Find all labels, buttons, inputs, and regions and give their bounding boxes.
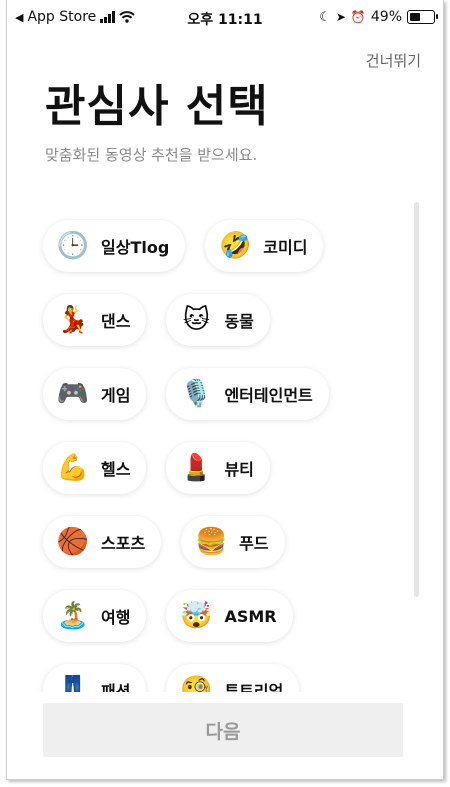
app-window: ◀ App Store 오후 11:11 ☾ ➤ ⏰ 49% 건너뛰기 관심사 …: [6, 0, 444, 780]
interest-chip-asmr[interactable]: 🤯 ASMR: [166, 590, 293, 642]
battery-percent: 49%: [370, 9, 402, 25]
interest-label: 댄스: [101, 312, 131, 331]
alarm-icon: ⏰: [350, 10, 366, 24]
scrollbar[interactable]: [414, 202, 419, 597]
interest-chip-fashion[interactable]: 👖 패션: [43, 664, 147, 692]
microphone-icon: 🎙️: [180, 379, 213, 409]
interest-label: 튜토리얼: [224, 682, 284, 692]
dancer-icon: 💃: [56, 305, 90, 335]
interest-label: 일상Tlog: [101, 238, 170, 257]
interest-label: 헬스: [101, 460, 131, 479]
interest-label: 게임: [101, 386, 131, 405]
interest-label: 코미디: [263, 238, 308, 257]
monocle-face-icon: 🧐: [180, 675, 213, 692]
clock-icon: 🕒: [56, 231, 90, 261]
interest-row: 🎮 게임 🎙️ 엔터테인먼트: [43, 368, 329, 420]
interest-chip-tutorial[interactable]: 🧐 튜토리얼: [166, 664, 300, 692]
hamburger-icon: 🍔: [194, 527, 228, 557]
interest-chip-health[interactable]: 💪 헬스: [43, 442, 147, 494]
interest-label: 푸드: [239, 534, 269, 553]
page-title: 관심사 선택: [45, 81, 269, 132]
interest-chip-food[interactable]: 🍔 푸드: [181, 516, 285, 568]
interest-label: 뷰티: [224, 460, 254, 479]
interest-list[interactable]: 🕒 일상Tlog 🤣 코미디 💃 댄스 🐱 동물 🎮 게임 🎙️ 엔터테인먼트 💪 헬스 💄 뷰…: [7, 210, 443, 692]
battery-icon: [407, 10, 438, 24]
interest-chip-entertainment[interactable]: 🎙️ 엔터테인먼트: [166, 368, 329, 420]
interest-label: ASMR: [224, 606, 277, 626]
laughing-face-icon: 🤣: [219, 231, 252, 261]
page-subtitle: 맞춤화된 동영상 추천을 받으세요.: [45, 146, 258, 164]
interest-label: 동물: [224, 312, 254, 331]
interest-chip-dance[interactable]: 💃 댄스: [43, 294, 147, 346]
interest-row: 💪 헬스 💄 뷰티: [43, 442, 270, 494]
flexed-biceps-icon: 💪: [56, 453, 90, 483]
cat-face-icon: 🐱: [182, 305, 210, 335]
interest-row: 🏀 스포츠 🍔 푸드: [43, 516, 285, 568]
interest-row: 🕒 일상Tlog 🤣 코미디: [43, 220, 324, 272]
interest-label: 엔터테인먼트: [224, 386, 313, 405]
interest-row: 🏝️ 여행 🤯 ASMR: [43, 590, 293, 642]
interest-label: 스포츠: [101, 534, 146, 553]
interest-chip-sports[interactable]: 🏀 스포츠: [43, 516, 162, 568]
lipstick-icon: 💄: [180, 453, 213, 483]
skip-button[interactable]: 건너뛰기: [366, 50, 421, 71]
interest-chip-comedy[interactable]: 🤣 코미디: [205, 220, 324, 272]
location-arrow-icon: ➤: [335, 10, 346, 24]
interest-row: 💃 댄스 🐱 동물: [43, 294, 270, 346]
interest-chip-beauty[interactable]: 💄 뷰티: [166, 442, 270, 494]
status-bar: ◀ App Store 오후 11:11 ☾ ➤ ⏰ 49%: [7, 0, 443, 36]
head-emoji-icon: 🤯: [180, 601, 213, 631]
jeans-icon: 👖: [56, 675, 90, 692]
interest-chip-animals[interactable]: 🐱 동물: [166, 294, 270, 346]
next-button[interactable]: 다음: [43, 703, 403, 757]
interest-row: 👖 패션 🧐 튜토리얼: [43, 664, 300, 692]
interest-label: 여행: [101, 608, 131, 627]
interest-chip-daily-vlog[interactable]: 🕒 일상Tlog: [43, 220, 186, 272]
battery-fill: [410, 13, 420, 21]
beach-umbrella-icon: 🏝️: [56, 601, 90, 631]
basketball-icon: 🏀: [56, 527, 90, 557]
interest-chip-travel[interactable]: 🏝️ 여행: [43, 590, 147, 642]
interest-label: 패션: [101, 682, 131, 692]
interest-chip-game[interactable]: 🎮 게임: [43, 368, 147, 420]
moon-icon: ☾: [319, 9, 331, 25]
status-right: ☾ ➤ ⏰ 49%: [319, 9, 438, 25]
game-controller-icon: 🎮: [56, 379, 90, 409]
